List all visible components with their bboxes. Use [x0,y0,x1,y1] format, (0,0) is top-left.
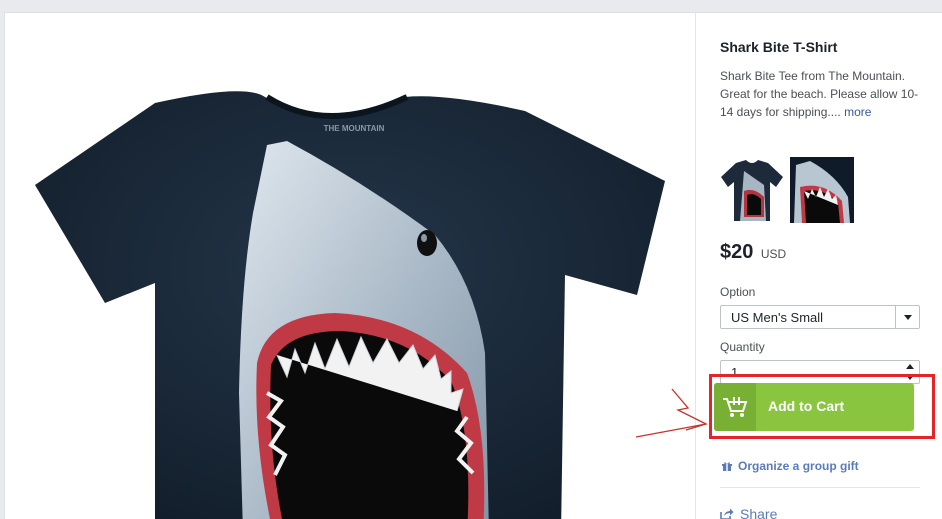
share-link[interactable]: Share [720,506,777,519]
add-to-cart-label: Add to Cart [768,398,845,414]
price-currency: USD [760,247,787,261]
annotation-arrow [635,388,708,438]
tshirt-logo: THE MOUNTAIN [324,124,385,133]
price-amount: $20 [720,241,754,263]
product-title: Shark Bite T-Shirt [720,39,838,55]
option-value: US Men's Small [731,310,824,325]
shopping-cart-icon [714,383,756,431]
increment-icon[interactable] [906,364,914,369]
quantity-label: Quantity [720,340,765,354]
thumbnail-closeup[interactable] [790,157,854,223]
shark-tshirt-image: THE MOUNTAIN [35,91,665,519]
product-image[interactable]: THE MOUNTAIN [5,13,695,519]
add-to-cart-button[interactable]: Add to Cart [714,383,914,431]
share-icon [720,508,734,519]
price: $20 USD [720,241,786,264]
thumbnail-shirt-image [721,160,783,221]
thumbnail-closeup-image [790,157,854,223]
chevron-down-icon[interactable] [895,306,919,328]
product-sidebar: Shark Bite T-Shirt Shark Bite Tee from T… [720,13,925,519]
thumbnail-shirt[interactable] [720,157,784,223]
group-gift-link[interactable]: Organize a group gift [722,459,859,473]
gift-icon [722,462,732,471]
option-select[interactable]: US Men's Small [720,305,920,329]
option-label: Option [720,285,756,299]
sidebar-divider [720,487,920,488]
share-label: Share [740,506,778,519]
product-description: Shark Bite Tee from The Mountain. Great … [720,67,920,121]
group-gift-label: Organize a group gift [738,459,859,473]
description-text: Shark Bite Tee from The Mountain. Great … [720,69,919,119]
more-link[interactable]: more [844,105,871,119]
product-page: THE MOUNTAIN Shark Bite T-Shirt Shark Bi… [0,0,942,519]
product-card: THE MOUNTAIN Shark Bite T-Shirt Shark Bi… [4,12,942,519]
